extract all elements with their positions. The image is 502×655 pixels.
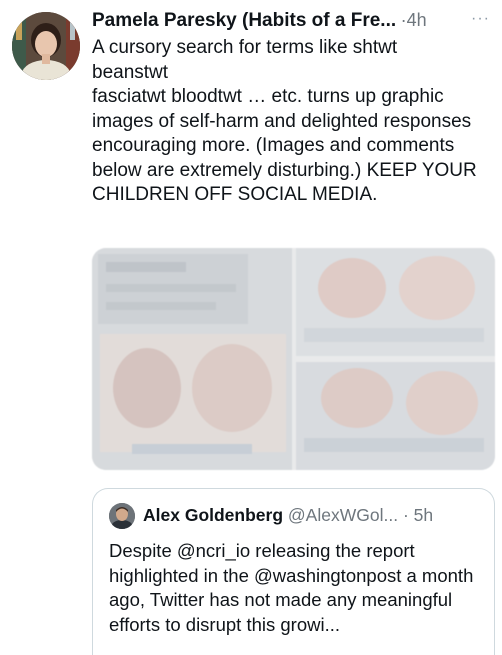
quoted-tweet[interactable]: Alex Goldenberg @AlexWGol... · 5h Despit… <box>92 488 495 655</box>
quoted-tweet-text: Despite @ncri_io releasing the report hi… <box>109 540 474 635</box>
quoted-tweet-timestamp[interactable]: 5h <box>414 505 433 525</box>
media-grid[interactable] <box>92 248 495 470</box>
more-options-icon[interactable]: ··· <box>471 10 490 28</box>
quoted-tweet-header: Alex Goldenberg @AlexWGol... · 5h <box>143 505 433 526</box>
author-avatar[interactable] <box>12 12 80 80</box>
tweet-text: A cursory search for terms like shtwt be… <box>92 37 477 205</box>
tweet-header: Pamela Paresky (Habits of a Fre... ·4h ·… <box>92 10 492 36</box>
quoted-author-handle[interactable]: @AlexWGol... <box>288 505 398 525</box>
quoted-author-name[interactable]: Alex Goldenberg <box>143 505 283 525</box>
tweet-timestamp[interactable]: 4h <box>407 10 427 30</box>
quoted-author-avatar[interactable] <box>109 503 135 529</box>
author-name[interactable]: Pamela Paresky (Habits of a Fre... <box>92 10 396 31</box>
quoted-header-separator: · <box>402 505 409 525</box>
